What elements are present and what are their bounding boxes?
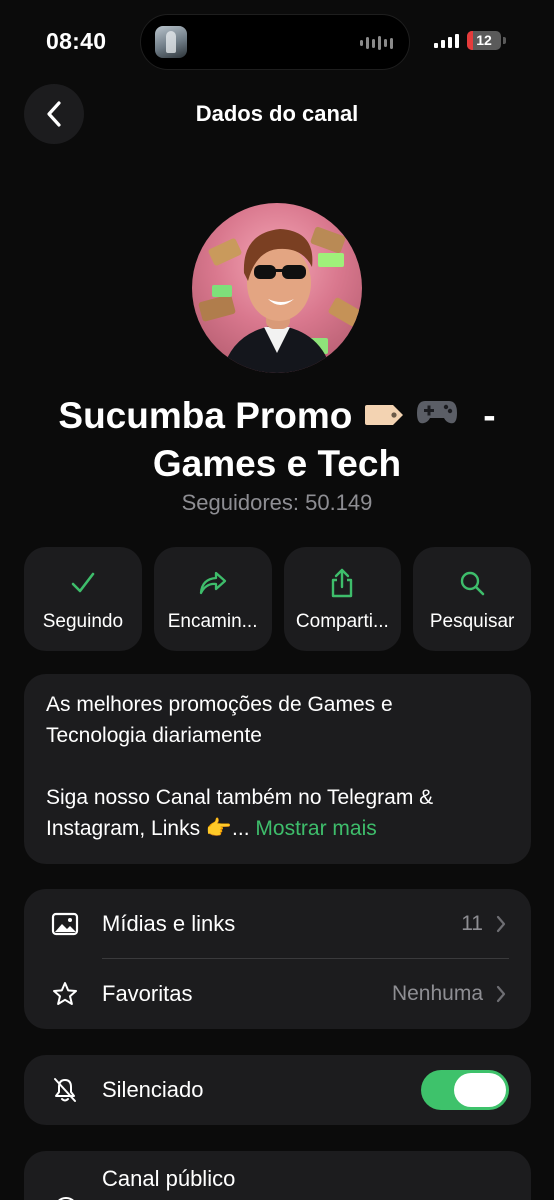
price-tag-icon — [364, 405, 403, 426]
globe-icon — [58, 1197, 74, 1200]
audio-waveform-icon — [360, 35, 393, 51]
search-icon — [460, 571, 485, 596]
share-button[interactable]: Comparti... — [283, 547, 402, 651]
show-more-link[interactable]: Mostrar mais — [255, 817, 376, 840]
description-line2: Tecnologia diariamente — [46, 724, 262, 747]
mute-toggle[interactable] — [421, 1070, 509, 1110]
status-time: 08:40 — [46, 28, 107, 54]
chevron-right-icon — [496, 915, 506, 933]
forward-arrow-icon — [199, 571, 226, 595]
media-links-count: 11 — [461, 912, 483, 935]
checkmark-icon — [71, 572, 95, 593]
following-label: Seguindo — [42, 611, 124, 632]
mute-label: Silenciado — [102, 1077, 204, 1102]
page-title: Dados do canal — [195, 101, 359, 126]
dynamic-island[interactable] — [140, 14, 410, 70]
description-line3: Siga nosso Canal também no Telegram & — [46, 786, 434, 809]
public-channel-row[interactable]: Canal público — [24, 1151, 531, 1200]
media-links-label: Mídias e links — [102, 911, 236, 936]
public-channel-label: Canal público — [102, 1166, 236, 1191]
mute-row: Silenciado — [24, 1055, 531, 1125]
avatar-image — [198, 226, 362, 373]
chevron-right-icon — [496, 985, 506, 1003]
forward-button[interactable]: Encamin... — [153, 547, 272, 651]
status-bar: 08:40 12 — [0, 0, 554, 84]
forward-label: Encamin... — [167, 611, 258, 632]
channel-name: Sucumba Promo - Games e Tech — [20, 392, 534, 488]
description-line4: Instagram, Links 👉... — [46, 817, 250, 840]
channel-name-line2: Games e Tech — [152, 443, 402, 484]
cellular-signal-icon — [434, 34, 459, 48]
image-icon — [51, 912, 79, 936]
following-button[interactable]: Seguindo — [24, 547, 142, 651]
favorites-row[interactable]: Favoritas Nenhuma — [24, 959, 531, 1029]
share-label: Comparti... — [295, 611, 389, 632]
search-label: Pesquisar — [429, 611, 515, 632]
channel-name-line1: Sucumba Promo — [58, 395, 353, 436]
channel-name-emojis — [363, 391, 459, 439]
game-controller-icon — [416, 401, 457, 424]
battery-icon: 12 — [467, 31, 501, 50]
favorites-value: Nenhuma — [391, 982, 483, 1005]
action-bar: Seguindo Encamin... Comparti... Pesquisa… — [24, 547, 531, 651]
followers-count: Seguidores: 50.149 — [181, 490, 373, 515]
star-icon — [53, 982, 77, 1005]
description-line4-wrap: Instagram, Links 👉... Mostrar mais — [46, 813, 509, 844]
channel-avatar[interactable] — [192, 203, 362, 373]
favorites-label: Favoritas — [102, 981, 193, 1006]
battery-level: 12 — [476, 32, 492, 48]
channel-name-dash: - — [483, 395, 496, 436]
bell-slash-icon — [54, 1078, 76, 1102]
search-button[interactable]: Pesquisar — [413, 547, 531, 651]
channel-description: As melhores promoções de Games e Tecnolo… — [24, 674, 531, 864]
media-favorites-group: Mídias e links 11 Favoritas Nenhuma — [24, 889, 531, 1029]
description-line1: As melhores promoções de Games e — [46, 693, 393, 716]
now-playing-thumbnail — [155, 26, 187, 58]
toggle-knob — [454, 1073, 506, 1107]
share-icon — [332, 568, 353, 598]
media-links-row[interactable]: Mídias e links 11 — [24, 889, 531, 959]
